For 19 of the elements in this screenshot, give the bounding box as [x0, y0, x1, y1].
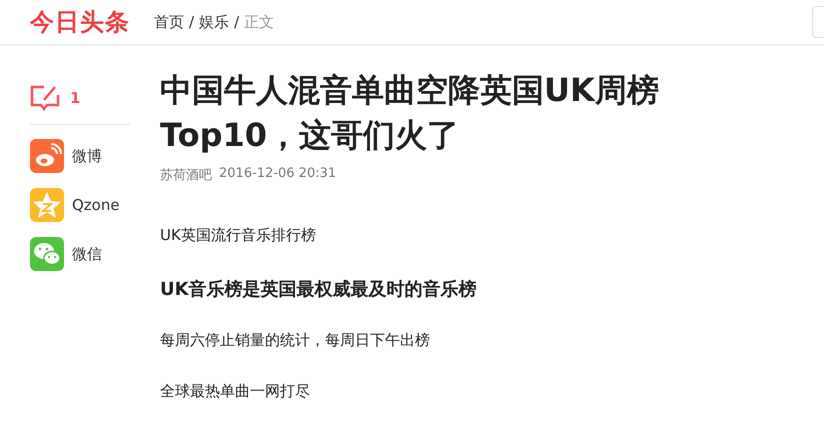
comment-count: 1	[70, 89, 80, 107]
chat-bubbles-icon[interactable]	[30, 237, 64, 271]
breadcrumb-link[interactable]: 首页	[154, 12, 184, 32]
weibo-icon[interactable]	[30, 139, 64, 173]
logo[interactable]: 今日头条	[30, 6, 130, 38]
share-label[interactable]: Qzone	[72, 196, 120, 214]
paragraph: 每周六停止销量的统计，每周日下午出榜	[160, 331, 431, 350]
breadcrumb-separator: /	[189, 13, 194, 31]
paragraph: 全球最热单曲一网打尽	[160, 382, 311, 401]
article-title: 中国牛人混音单曲空降英国UK周榜Top10，这哥们火了	[160, 70, 660, 156]
share-label[interactable]: 微博	[72, 146, 102, 166]
publish-time: 2016-12-06 20:31	[219, 166, 336, 183]
comment-icon[interactable]	[30, 84, 60, 112]
article-source[interactable]: 苏荷酒吧	[160, 166, 212, 184]
paragraph: UK英国流行音乐排行榜	[160, 226, 317, 245]
breadcrumb-separator: /	[234, 13, 240, 31]
section-heading: UK音乐榜是英国最权威最及时的音乐榜	[160, 278, 478, 301]
share-label[interactable]: 微信	[72, 244, 102, 264]
breadcrumb-link[interactable]: 娱乐	[199, 12, 230, 32]
